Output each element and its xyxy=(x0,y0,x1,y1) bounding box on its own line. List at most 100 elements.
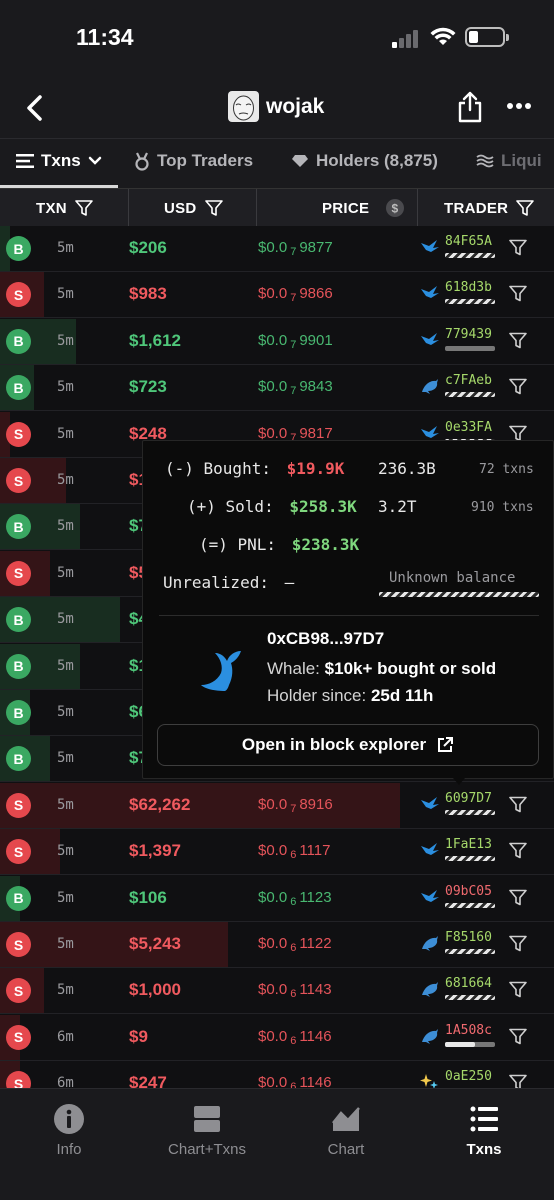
svg-text:$: $ xyxy=(392,202,399,216)
col-trader-label: TRADER xyxy=(444,199,509,217)
txn-price: $0.0 7 8916 xyxy=(258,795,333,815)
table-row[interactable]: B 5m $1,612 $0.0 7 9901 779439 xyxy=(0,318,554,365)
tab-liquidity[interactable]: Liqui xyxy=(476,151,542,171)
txn-age: 5m xyxy=(57,704,74,720)
trader-address[interactable]: F85160 xyxy=(445,930,492,945)
filter-trader-icon[interactable] xyxy=(509,378,527,396)
sold-tokens: 3.2T xyxy=(378,497,417,516)
txn-age: 5m xyxy=(57,240,74,256)
more-options-icon[interactable] xyxy=(506,96,532,116)
trader-address[interactable]: 6097D7 xyxy=(445,791,492,806)
table-row[interactable]: B 5m $106 $0.0 6 1123 09bC05 xyxy=(0,875,554,922)
txn-usd: $1,000 xyxy=(129,980,181,1000)
table-row[interactable]: S 5m $1,397 $0.0 6 1117 1FaE13 xyxy=(0,829,554,876)
filter-trader-icon[interactable] xyxy=(509,239,527,257)
col-trader[interactable]: TRADER xyxy=(444,189,535,227)
table-row[interactable]: B 5m $723 $0.0 7 9843 c7FAeb xyxy=(0,365,554,412)
unrealized-label: Unrealized: xyxy=(163,573,269,592)
bottom-tab-chart-label: Chart xyxy=(327,1141,365,1158)
chevron-down-icon xyxy=(88,156,101,165)
trader-address[interactable]: 681664 xyxy=(445,976,492,991)
trader-address[interactable]: 84F65A xyxy=(445,234,492,249)
table-row[interactable]: S 6m $9 $0.0 6 1146 1A508c xyxy=(0,1014,554,1061)
table-row[interactable]: B 5m $206 $0.0 7 9877 84F65A xyxy=(0,226,554,272)
bottom-tab-info[interactable]: Info xyxy=(14,1103,124,1158)
unrealized-value: – xyxy=(284,573,295,592)
whale-desc: $10k+ bought or sold xyxy=(324,659,497,678)
filter-trader-icon[interactable] xyxy=(509,796,527,814)
table-row[interactable]: S 6m $247 $0.0 6 1146 0aE250 xyxy=(0,1061,554,1088)
table-row[interactable]: S 5m $62,262 $0.0 7 8916 6097D7 xyxy=(0,782,554,829)
sell-badge: S xyxy=(6,468,31,493)
sell-badge: S xyxy=(6,792,31,818)
list-icon xyxy=(16,154,34,168)
medal-icon xyxy=(135,152,149,171)
txn-price: $0.0 6 1146 xyxy=(258,1074,332,1088)
col-txn[interactable]: TXN xyxy=(36,189,93,227)
txn-price: $0.0 7 9901 xyxy=(258,331,333,351)
txn-price: $0.0 6 1143 xyxy=(258,981,332,1001)
filter-trader-icon[interactable] xyxy=(509,1074,527,1088)
share-icon[interactable] xyxy=(456,90,484,124)
filter-trader-icon[interactable] xyxy=(509,285,527,303)
token-avatar xyxy=(228,91,259,122)
waves-icon xyxy=(476,154,494,168)
sold-usd: $258.3K xyxy=(289,497,357,516)
whale-info: Whale: $10k+ bought or sold xyxy=(267,659,496,679)
col-price[interactable]: PRICE $ xyxy=(322,189,405,227)
filter-trader-icon[interactable] xyxy=(509,935,527,953)
filter-icon xyxy=(75,199,93,216)
txn-age: 5m xyxy=(57,425,74,442)
bird-icon xyxy=(420,284,440,302)
dolphin-icon xyxy=(420,1027,440,1045)
filter-trader-icon[interactable] xyxy=(509,1028,527,1046)
txn-age: 5m xyxy=(57,332,74,349)
txn-usd: $5,243 xyxy=(129,934,181,953)
sell-badge: S xyxy=(6,1071,31,1088)
divider xyxy=(159,615,539,616)
trader-address[interactable]: c7FAeb xyxy=(445,373,492,388)
bird-icon xyxy=(420,795,440,813)
txn-usd: $723 xyxy=(129,377,167,397)
txn-price: $0.0 6 1122 xyxy=(258,935,332,954)
column-headers: TXN USD PRICE $ TRADER xyxy=(0,188,554,227)
popover-caret xyxy=(453,778,465,785)
txn-age: 5m xyxy=(57,611,74,628)
table-row[interactable]: S 5m $1,000 $0.0 6 1143 681664 xyxy=(0,968,554,1015)
table-row[interactable]: S 5m $983 $0.0 7 9866 618d3b xyxy=(0,272,554,319)
filter-trader-icon[interactable] xyxy=(509,981,527,999)
table-row[interactable]: S 5m $5,243 $0.0 6 1122 F85160 xyxy=(0,922,554,968)
tab-holders[interactable]: Holders (8,875) xyxy=(291,151,438,171)
trader-address[interactable]: 779439 xyxy=(445,327,492,342)
txn-price: $0.0 6 1123 xyxy=(258,888,332,908)
bottom-tab-chart[interactable]: Chart xyxy=(291,1103,401,1158)
bought-usd: $19.9K xyxy=(286,459,345,478)
trader-address[interactable]: 09bC05 xyxy=(445,884,492,899)
holding-bar xyxy=(445,392,495,398)
col-usd[interactable]: USD xyxy=(164,189,223,227)
sell-badge: S xyxy=(6,1024,31,1050)
tab-top-traders[interactable]: Top Traders xyxy=(134,151,253,171)
cellular-signal-icon xyxy=(392,30,420,48)
buy-badge: B xyxy=(6,885,31,911)
txn-usd: $9 xyxy=(129,1026,148,1046)
bottom-tab-txns[interactable]: Txns xyxy=(429,1103,539,1158)
holding-bar xyxy=(445,345,495,351)
filter-trader-icon[interactable] xyxy=(509,332,527,350)
trader-address[interactable]: 0aE250 xyxy=(445,1069,492,1084)
open-block-explorer-button[interactable]: Open in block explorer xyxy=(157,724,539,766)
battery-icon xyxy=(465,27,509,47)
trader-address[interactable]: 1FaE13 xyxy=(445,837,492,852)
txn-price: $0.0 6 1117 xyxy=(258,842,331,862)
filter-trader-icon[interactable] xyxy=(509,889,527,907)
tab-txns[interactable]: Txns xyxy=(16,151,102,171)
filter-trader-icon[interactable] xyxy=(509,842,527,860)
filter-icon xyxy=(204,199,223,216)
txn-price: $0.0 7 9866 xyxy=(258,285,333,305)
trader-address[interactable]: 0e33FA xyxy=(445,420,492,435)
trader-address[interactable]: 1A508c xyxy=(445,1023,492,1038)
trader-popover: (-) Bought: $19.9K 236.3B 72 txns (+) So… xyxy=(142,440,554,785)
bottom-tab-chart-txns[interactable]: Chart+Txns xyxy=(152,1103,262,1158)
trader-address[interactable]: 618d3b xyxy=(445,280,492,295)
back-icon[interactable] xyxy=(20,92,52,124)
